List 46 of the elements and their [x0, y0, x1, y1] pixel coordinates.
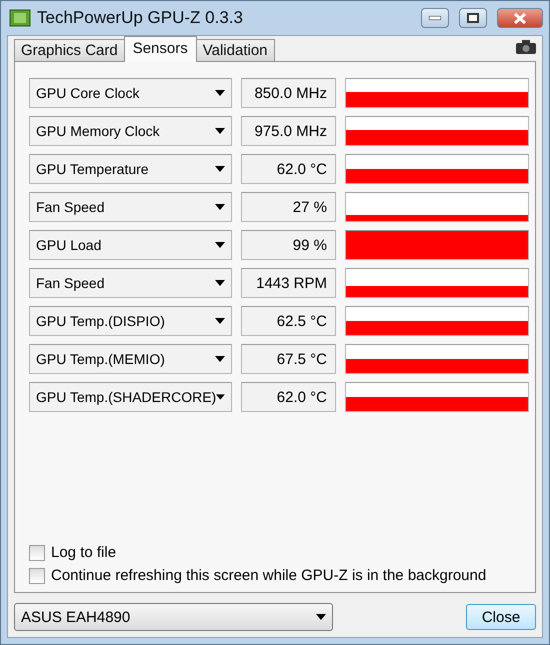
caret-icon	[215, 90, 225, 96]
card-select[interactable]: ASUS EAH4890	[14, 603, 333, 631]
caret-icon	[216, 394, 225, 400]
sensor-select[interactable]: Fan Speed	[29, 192, 232, 222]
app-icon	[9, 9, 31, 27]
caret-icon	[316, 614, 326, 620]
checkbox-label: Log to file	[51, 544, 116, 561]
minimize-icon	[429, 16, 441, 20]
caret-icon	[215, 166, 225, 172]
caret-icon	[215, 318, 225, 324]
close-icon	[514, 12, 526, 24]
sensor-reading: 99 %	[241, 230, 336, 260]
sensor-select[interactable]: GPU Temperature	[29, 154, 232, 184]
tab[interactable]: Graphics Card	[14, 39, 125, 62]
sensor-reading: 62.5 °C	[241, 306, 336, 336]
minimize-button[interactable]	[421, 8, 449, 28]
sensor-reading: 975.0 MHz	[241, 116, 336, 146]
sensor-select[interactable]: GPU Memory Clock	[29, 116, 232, 146]
maximize-icon	[467, 13, 479, 23]
sensor-reading: 1443 RPM	[241, 268, 336, 298]
checkbox[interactable]	[29, 568, 45, 584]
sensor-reading: 67.5 °C	[241, 344, 336, 374]
sensor-reading: 62.0 °C	[241, 382, 336, 412]
sensor-select[interactable]: GPU Load	[29, 230, 232, 260]
checkbox[interactable]	[29, 544, 45, 560]
sensor-select[interactable]: GPU Temp.(SHADERCORE)	[29, 382, 232, 412]
close-window-button[interactable]	[497, 8, 543, 28]
close-button[interactable]: Close	[466, 604, 536, 630]
sensor-reading: 27 %	[241, 192, 336, 222]
caret-icon	[215, 356, 225, 362]
tab[interactable]: Sensors	[124, 36, 197, 62]
tab[interactable]: Validation	[196, 39, 275, 62]
sensor-select[interactable]: GPU Core Clock	[29, 78, 232, 108]
camera-icon[interactable]	[516, 40, 536, 54]
window-title: TechPowerUp GPU-Z 0.3.3	[37, 8, 244, 28]
maximize-button[interactable]	[459, 8, 487, 28]
sensor-select[interactable]: GPU Temp.(MEMIO)	[29, 344, 232, 374]
caret-icon	[215, 280, 225, 286]
sensor-select[interactable]: Fan Speed	[29, 268, 232, 298]
sensor-select[interactable]: GPU Temp.(DISPIO)	[29, 306, 232, 336]
caret-icon	[215, 204, 225, 210]
sensor-reading: 850.0 MHz	[241, 78, 336, 108]
sensor-reading: 62.0 °C	[241, 154, 336, 184]
caret-icon	[215, 242, 225, 248]
checkbox-label: Continue refreshing this screen while GPU-Z is in the background	[51, 567, 486, 584]
caret-icon	[215, 128, 225, 134]
